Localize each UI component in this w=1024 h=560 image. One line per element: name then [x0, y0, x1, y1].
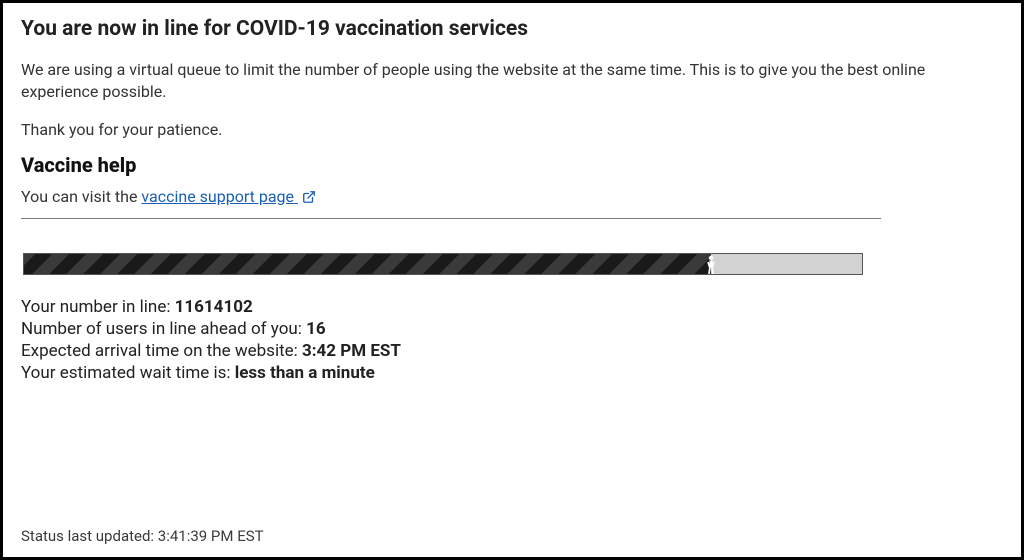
queue-progress-bar: [23, 253, 863, 275]
person-marker-icon: [706, 255, 716, 275]
stat-number-label: Your number in line:: [21, 297, 175, 317]
stat-ahead-label: Number of users in line ahead of you:: [21, 319, 306, 339]
stat-expected-arrival: Expected arrival time on the website: 3:…: [21, 341, 1003, 361]
stat-number-in-line: Your number in line: 11614102: [21, 297, 1003, 317]
stat-users-ahead: Number of users in line ahead of you: 16: [21, 319, 1003, 339]
status-last-updated: Status last updated: 3:41:39 PM EST: [21, 527, 264, 545]
queue-page: You are now in line for COVID-19 vaccina…: [0, 0, 1024, 560]
vaccine-support-link[interactable]: vaccine support page: [141, 187, 316, 206]
section-divider: [21, 218, 881, 219]
page-title: You are now in line for COVID-19 vaccina…: [21, 17, 1003, 41]
status-value: 3:41:39 PM EST: [158, 527, 264, 545]
help-prefix: You can visit the: [21, 187, 141, 206]
stat-eta-value: 3:42 PM EST: [302, 341, 401, 361]
status-label: Status last updated:: [21, 527, 158, 545]
stat-wait-time: Your estimated wait time is: less than a…: [21, 363, 1003, 383]
queue-progress-fill: [24, 254, 711, 274]
stat-number-value: 11614102: [175, 297, 253, 317]
intro-text: We are using a virtual queue to limit th…: [21, 59, 961, 104]
stat-wait-label: Your estimated wait time is:: [21, 363, 235, 383]
stat-eta-label: Expected arrival time on the website:: [21, 341, 302, 361]
stat-ahead-value: 16: [306, 319, 326, 339]
queue-stats: Your number in line: 11614102 Number of …: [21, 297, 1003, 383]
stat-wait-value: less than a minute: [235, 363, 375, 383]
thanks-text: Thank you for your patience.: [21, 120, 1003, 139]
external-link-icon: [302, 189, 316, 208]
support-link-text: vaccine support page: [141, 187, 294, 206]
help-heading: Vaccine help: [21, 153, 1003, 177]
help-text: You can visit the vaccine support page: [21, 187, 1003, 208]
